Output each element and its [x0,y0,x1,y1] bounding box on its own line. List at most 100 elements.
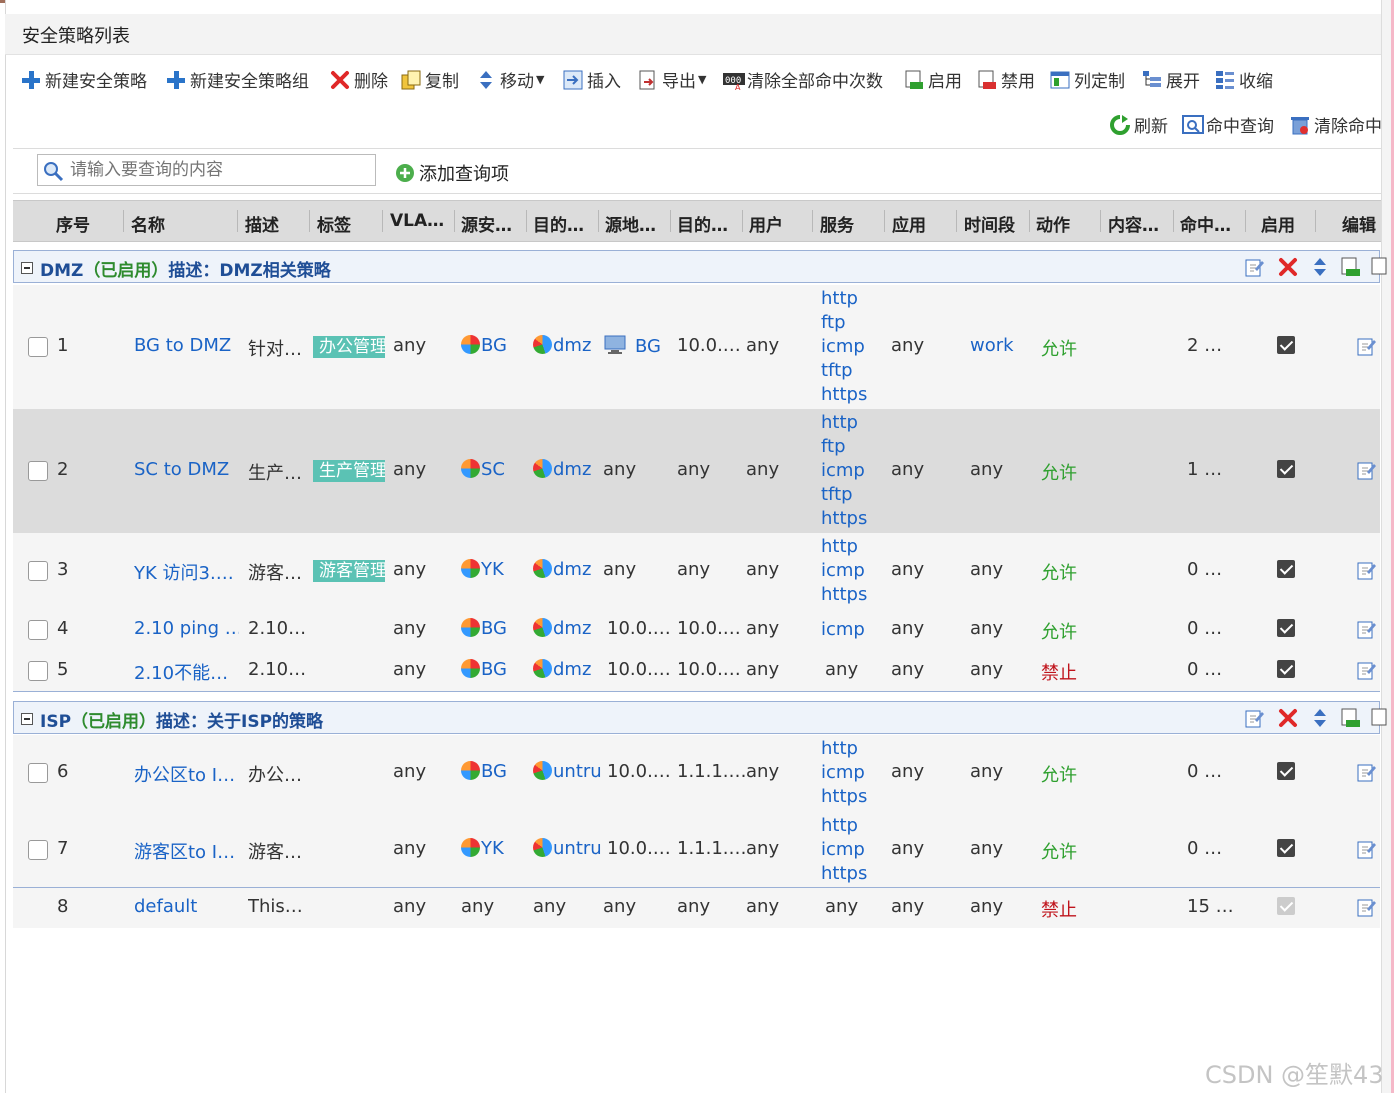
insert-button[interactable]: 插入 [563,67,621,92]
row-select-checkbox[interactable] [28,840,48,860]
service-link[interactable]: icmp [821,761,867,785]
service-link[interactable]: tftp [821,359,867,383]
enable-group-icon[interactable] [1340,257,1362,282]
move-dropdown[interactable]: 移动 ▼ [476,67,544,92]
enable-group-icon[interactable] [1340,708,1362,733]
new-policy-button[interactable]: 新建安全策略 [21,67,147,92]
destination-zone[interactable]: dmz [533,618,591,639]
table-row[interactable]: 8 default This… any any any any any any any any any… [13,888,1380,928]
col-header-desc[interactable]: 描述 [245,211,279,236]
refresh-button[interactable]: 刷新 [1110,112,1168,137]
enable-checkbox[interactable] [1277,897,1295,915]
col-header-vlan[interactable]: VLA… [390,211,450,231]
service-link[interactable]: http [821,737,867,761]
source-zone[interactable]: YK [461,838,504,859]
table-row[interactable]: 1 BG to DMZ 针对… 办公管理 any BG dmz BG 10.0.… any http… [13,285,1380,409]
service-link[interactable]: https [821,583,867,607]
edit-icon[interactable] [1357,460,1377,480]
service-link[interactable]: http [821,411,867,435]
vertical-scrollbar[interactable] [1381,0,1394,1093]
search-input[interactable] [68,158,372,182]
source-zone[interactable]: BG [461,335,507,356]
edit-icon[interactable] [1357,619,1377,639]
source-address[interactable]: BG [603,335,661,360]
source-zone[interactable]: YK [461,559,504,580]
policy-name-link[interactable]: 2.10不能… [134,659,228,685]
service-link[interactable]: https [821,383,867,407]
col-header-time[interactable]: 时间段 [964,211,1015,236]
service-link[interactable]: http [821,287,867,311]
destination-zone[interactable]: dmz [533,335,591,356]
hit-query-button[interactable]: 命中查询 [1182,112,1274,137]
enable-checkbox[interactable] [1277,336,1295,354]
enable-checkbox[interactable] [1277,560,1295,578]
move-group-icon[interactable] [1310,257,1330,282]
destination-zone[interactable]: untrus [533,761,601,782]
service-link[interactable]: https [821,862,867,886]
policy-group-isp[interactable]: ISP（已启用）描述：关于ISP的策略 [13,701,1387,734]
disable-button[interactable]: 禁用 [977,67,1035,92]
edit-icon[interactable] [1357,560,1377,580]
service-link[interactable]: ftp [821,435,867,459]
col-header-app[interactable]: 应用 [892,211,926,236]
move-group-icon[interactable] [1310,708,1330,733]
collapse-toggle-icon[interactable] [21,713,33,725]
clear-all-hits-button[interactable]: 000 A 清除全部命中次数 [723,67,883,92]
export-dropdown[interactable]: 导出 ▼ [638,67,706,92]
col-header-id[interactable]: 序号 [56,211,90,236]
service-link[interactable]: http [821,814,867,838]
enable-checkbox[interactable] [1277,660,1295,678]
table-row[interactable]: 3 YK 访问3.… 游客… 游客管理 any YK dmz any any any http icm… [13,533,1380,609]
copy-button[interactable]: 复制 [401,67,459,92]
row-select-checkbox[interactable] [28,561,48,581]
disable-group-icon[interactable] [1370,708,1390,733]
clear-hits-button[interactable]: 清除命中 [1290,112,1382,137]
row-select-checkbox[interactable] [28,763,48,783]
service-link[interactable]: icmp [821,335,867,359]
delete-group-icon[interactable] [1278,257,1298,282]
edit-icon[interactable] [1357,839,1377,859]
service-link[interactable]: https [821,785,867,809]
col-header-action[interactable]: 动作 [1036,211,1070,236]
edit-icon[interactable] [1357,336,1377,356]
col-header-content[interactable]: 内容… [1108,211,1170,236]
policy-name-link[interactable]: 游客区to I… [134,838,235,864]
edit-icon[interactable] [1357,762,1377,782]
service-link[interactable]: http [821,535,867,559]
source-zone[interactable]: BG [461,618,507,639]
policy-name-link[interactable]: 办公区to I… [134,761,235,787]
enable-checkbox[interactable] [1277,839,1295,857]
service-link[interactable]: icmp [821,559,867,583]
col-header-src-zone[interactable]: 源安… [461,211,523,236]
col-header-tag[interactable]: 标签 [317,211,351,236]
collapse-button[interactable]: 收缩 [1215,67,1273,92]
source-zone[interactable]: BG [461,761,507,782]
col-header-service[interactable]: 服务 [820,211,854,236]
enable-checkbox[interactable] [1277,460,1295,478]
collapse-toggle-icon[interactable] [21,262,33,274]
service-link[interactable]: icmp [821,459,867,483]
service-link[interactable]: tftp [821,483,867,507]
policy-group-dmz[interactable]: DMZ（已启用）描述：DMZ相关策略 [13,250,1387,283]
delete-group-icon[interactable] [1278,708,1298,733]
col-header-name[interactable]: 名称 [131,211,165,236]
source-zone[interactable]: SC [461,459,505,480]
edit-icon[interactable] [1357,897,1377,917]
col-header-enable[interactable]: 启用 [1261,211,1295,236]
col-header-user[interactable]: 用户 [749,211,783,236]
expand-button[interactable]: 展开 [1142,67,1200,92]
col-header-edit[interactable]: 编辑 [1342,211,1376,236]
destination-zone[interactable]: untrus [533,838,601,859]
table-row[interactable]: 6办公区to I…办公…anyBGuntrus10.0.…1.1.1.…anyh… [13,735,1380,811]
service-link[interactable]: icmp [821,838,867,862]
enable-button[interactable]: 启用 [904,67,962,92]
enable-checkbox[interactable] [1277,619,1295,637]
row-select-checkbox[interactable] [28,620,48,640]
edit-group-icon[interactable] [1245,257,1265,282]
policy-name-link[interactable]: BG to DMZ [134,335,231,356]
col-header-hits[interactable]: 命中… [1180,211,1242,236]
policy-name-link[interactable]: default [134,896,197,917]
policy-name-link[interactable]: 2.10 ping … [134,618,239,639]
service-link[interactable]: icmp [821,618,865,642]
column-customize-button[interactable]: 列定制 [1050,67,1125,92]
